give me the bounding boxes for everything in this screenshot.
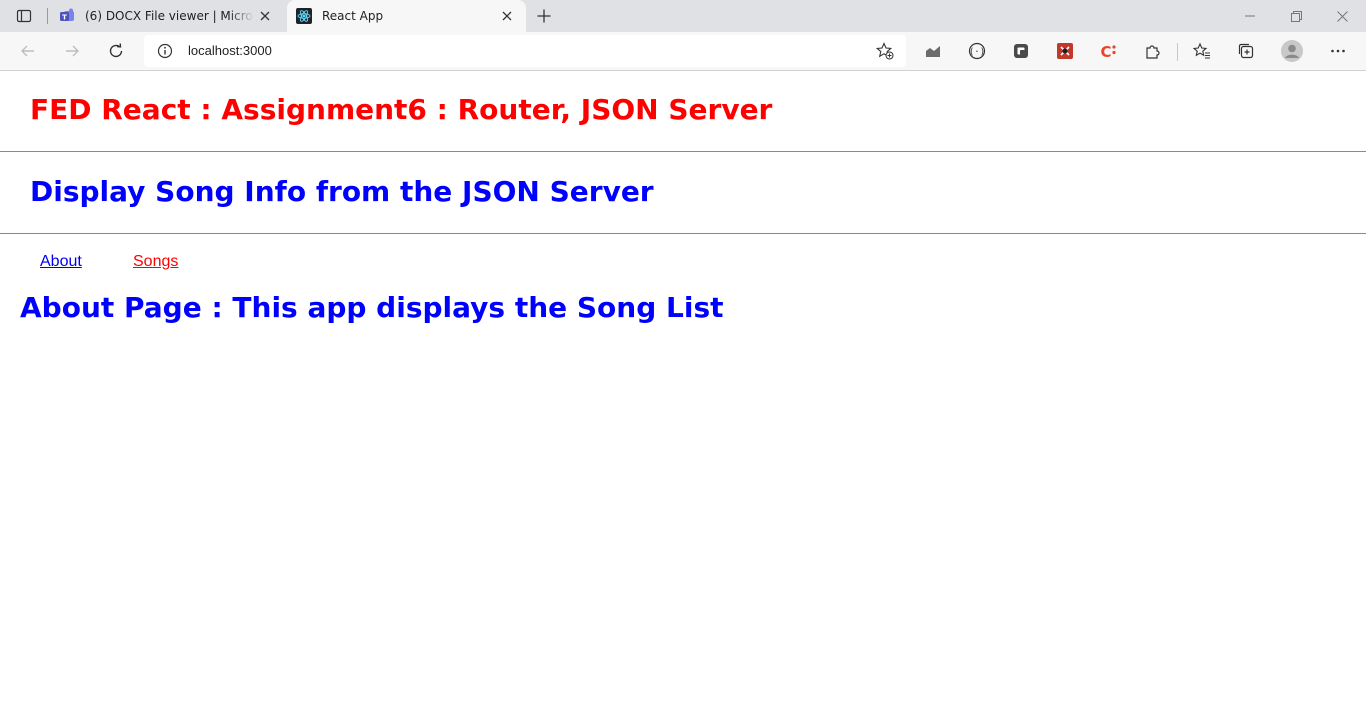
close-window-button[interactable]	[1319, 0, 1365, 32]
settings-menu-button[interactable]	[1323, 37, 1353, 65]
page-subheader: Display Song Info from the JSON Server	[30, 175, 654, 208]
close-icon	[1336, 10, 1348, 22]
tab-title: (6) DOCX File viewer | Microsoft Teams	[85, 9, 254, 23]
forward-arrow-icon	[66, 45, 79, 57]
avatar	[1281, 40, 1303, 62]
restore-button[interactable]	[1273, 0, 1319, 32]
chart-extension-button[interactable]	[918, 37, 948, 65]
red-extension-icon	[1057, 43, 1073, 59]
refresh-icon	[109, 43, 123, 58]
songs-link[interactable]: Songs	[133, 253, 178, 271]
page-content: FED React : Assignment6 : Router, JSON S…	[0, 71, 1366, 728]
browser-toolbar: localhost:3000 (·) C	[0, 32, 1366, 71]
extensions-button[interactable]	[1138, 37, 1168, 65]
copy-extension-icon	[1014, 44, 1028, 58]
profile-button[interactable]	[1277, 37, 1307, 65]
c-extension-button[interactable]: C	[1094, 37, 1124, 65]
divider	[0, 151, 1366, 152]
teams-icon: T	[60, 8, 74, 22]
plus-icon	[537, 9, 551, 23]
svg-text:(·): (·)	[969, 48, 985, 58]
tab-title: React App	[322, 9, 384, 23]
c-extension-icon: C	[1100, 43, 1116, 60]
svg-text:T: T	[62, 14, 67, 22]
close-tab-button[interactable]	[496, 5, 518, 27]
minimize-icon	[1245, 15, 1255, 17]
star-add-icon	[876, 42, 894, 60]
divider	[0, 233, 1366, 234]
svg-text:C: C	[1100, 43, 1111, 60]
react-icon	[296, 8, 312, 24]
close-tab-button[interactable]	[254, 5, 276, 27]
tab-docx-viewer[interactable]: T (6) DOCX File viewer | Microsoft Teams	[50, 0, 284, 32]
favorites-button[interactable]	[1187, 37, 1217, 65]
add-favorite-button[interactable]	[874, 40, 896, 62]
back-arrow-icon	[21, 45, 34, 57]
close-icon	[502, 11, 512, 21]
refresh-button[interactable]	[101, 37, 131, 65]
address-bar[interactable]: localhost:3000	[144, 35, 906, 67]
browser-tabstrip: T (6) DOCX File viewer | Microsoft Teams…	[0, 0, 1366, 32]
info-icon	[157, 43, 173, 59]
site-info-button[interactable]	[156, 42, 174, 60]
about-page-heading: About Page : This app displays the Song …	[20, 291, 724, 324]
minimize-button[interactable]	[1227, 0, 1273, 32]
puzzle-icon	[1146, 45, 1160, 59]
about-link[interactable]: About	[40, 253, 82, 271]
collections-icon	[1238, 43, 1254, 59]
page-header: FED React : Assignment6 : Router, JSON S…	[30, 93, 773, 126]
collections-button[interactable]	[1231, 37, 1261, 65]
tab-actions-icon	[16, 9, 32, 23]
favorites-icon	[1193, 42, 1210, 59]
bracket-extension-icon: (·)	[969, 42, 985, 60]
red-extension-button[interactable]	[1050, 37, 1080, 65]
more-icon	[1331, 49, 1345, 53]
chart-extension-icon	[926, 46, 940, 57]
tab-actions-button[interactable]	[8, 5, 40, 27]
copy-extension-button[interactable]	[1006, 37, 1036, 65]
tab-react-app[interactable]: React App	[287, 0, 526, 32]
url-text[interactable]: localhost:3000	[188, 43, 272, 58]
close-icon	[260, 11, 270, 21]
toolbar-separator	[1177, 43, 1178, 61]
restore-icon	[1290, 10, 1302, 22]
forward-button[interactable]	[57, 37, 87, 65]
new-tab-button[interactable]	[533, 5, 555, 27]
bracket-extension-button[interactable]: (·)	[962, 37, 992, 65]
tab-separator	[47, 8, 48, 24]
back-button[interactable]	[13, 37, 43, 65]
